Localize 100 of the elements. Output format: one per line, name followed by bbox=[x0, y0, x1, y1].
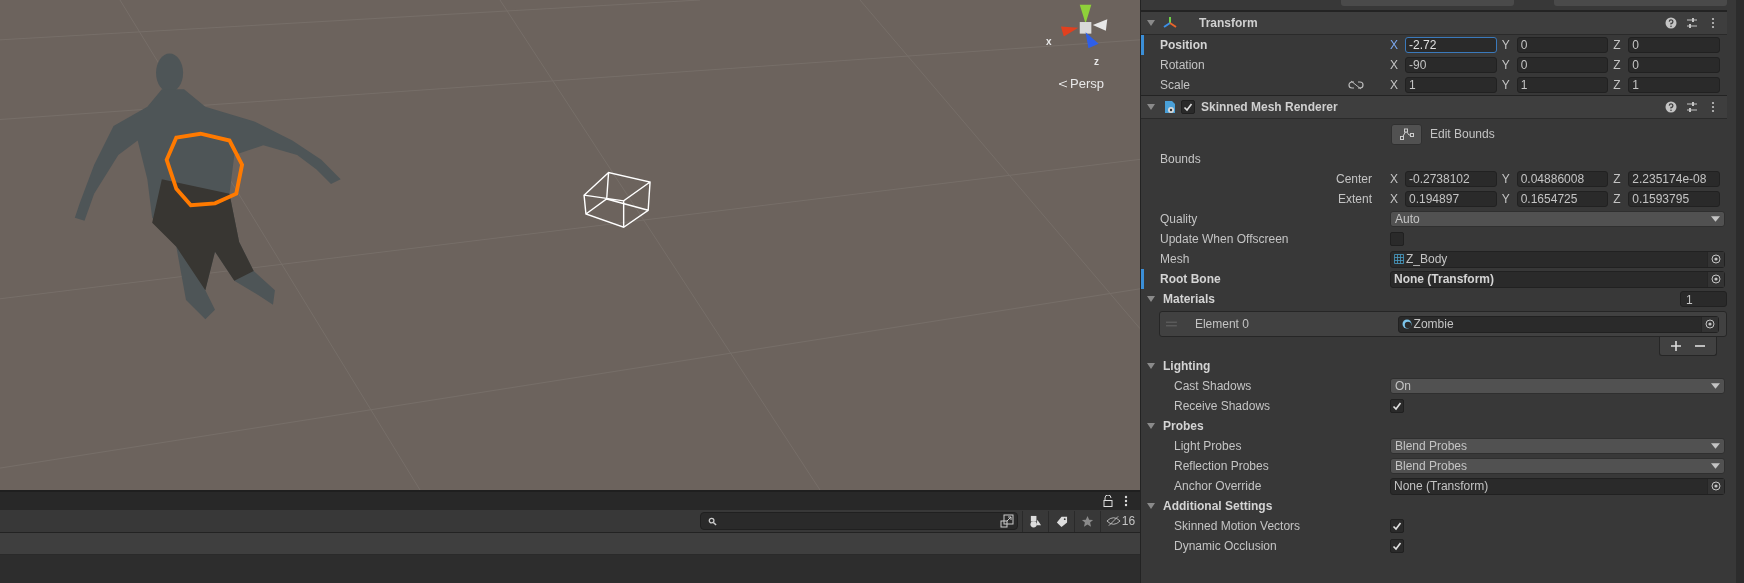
axis-label: Z bbox=[1613, 78, 1622, 92]
property-label: Mesh bbox=[1160, 252, 1191, 266]
property-label: Dynamic Occlusion bbox=[1173, 539, 1278, 553]
dropdown-arrow-icon bbox=[1711, 463, 1720, 469]
axis-label: Z bbox=[1613, 38, 1622, 52]
property-label: Cast Shadows bbox=[1173, 379, 1253, 393]
axis-label: Y bbox=[1501, 78, 1511, 92]
property-label: Position bbox=[1160, 38, 1209, 52]
checkbox[interactable] bbox=[1390, 399, 1404, 413]
axis-label: Y bbox=[1501, 192, 1511, 206]
section-title[interactable]: Probes bbox=[1163, 419, 1204, 433]
number-field[interactable]: 0 bbox=[1628, 57, 1720, 73]
count-field[interactable]: 1 bbox=[1680, 291, 1727, 307]
chevron-left-icon bbox=[1058, 78, 1068, 89]
checkbox[interactable] bbox=[1390, 539, 1404, 553]
search-field[interactable] bbox=[700, 512, 1018, 530]
bounds-handles-icon bbox=[1399, 128, 1414, 140]
property-label: Extent bbox=[1336, 192, 1373, 206]
property-label: Reflection Probes bbox=[1173, 459, 1270, 473]
object-field[interactable]: None (Transform) bbox=[1390, 477, 1725, 495]
settings-sliders-icon[interactable] bbox=[1686, 17, 1698, 29]
property-label: Scale bbox=[1160, 78, 1192, 92]
section-label: Bounds bbox=[1160, 152, 1202, 166]
dropdown[interactable]: On bbox=[1390, 378, 1725, 394]
number-field[interactable]: 0 bbox=[1628, 37, 1720, 53]
number-field[interactable]: 0.1593795 bbox=[1628, 191, 1720, 207]
number-field[interactable]: 0.1654725 bbox=[1516, 191, 1609, 207]
property-label: Center bbox=[1334, 172, 1373, 186]
property-label: Anchor Override bbox=[1173, 479, 1263, 493]
transform-axes-icon bbox=[1163, 16, 1177, 30]
number-field[interactable]: -2.72 bbox=[1405, 37, 1497, 53]
property-label: Update When Offscreen bbox=[1160, 232, 1290, 246]
property-label: Receive Shadows bbox=[1173, 399, 1272, 413]
object-picker-icon[interactable] bbox=[1701, 316, 1718, 332]
dropdown[interactable]: Auto bbox=[1390, 211, 1725, 227]
checkbox[interactable] bbox=[1390, 519, 1404, 533]
axis-label: X bbox=[1390, 78, 1399, 92]
foldout-arrow-icon[interactable] bbox=[1146, 294, 1156, 304]
section-title[interactable]: Materials bbox=[1163, 292, 1216, 306]
number-field[interactable]: 0 bbox=[1516, 37, 1609, 53]
axis-label: X bbox=[1390, 192, 1399, 206]
object-picker-icon[interactable] bbox=[1707, 271, 1724, 287]
foldout-arrow-icon[interactable] bbox=[1146, 361, 1156, 371]
number-field[interactable]: 1 bbox=[1516, 77, 1609, 93]
mesh-renderer-icon bbox=[1163, 100, 1177, 114]
number-field[interactable]: 1 bbox=[1628, 77, 1720, 93]
component-title: Transform bbox=[1199, 16, 1258, 30]
number-field[interactable]: 1 bbox=[1405, 77, 1497, 93]
axis-label: Z bbox=[1613, 58, 1622, 72]
axis-label: X bbox=[1390, 58, 1399, 72]
settings-sliders-icon[interactable] bbox=[1686, 101, 1698, 113]
axis-label: Y bbox=[1501, 172, 1511, 186]
dropdown-arrow-icon bbox=[1711, 443, 1720, 449]
axis-label: X bbox=[1390, 38, 1399, 52]
section-title[interactable]: Lighting bbox=[1163, 359, 1211, 373]
scene-view[interactable]: x z Persp bbox=[0, 0, 1140, 492]
object-picker-icon[interactable] bbox=[1707, 478, 1724, 494]
foldout-arrow-icon[interactable] bbox=[1146, 421, 1156, 431]
object-picker-icon[interactable] bbox=[1707, 251, 1724, 267]
grid-icon bbox=[1394, 254, 1404, 264]
dropdown[interactable]: Blend Probes bbox=[1390, 438, 1725, 454]
number-field[interactable]: 0.04886008 bbox=[1516, 171, 1609, 187]
edit-bounds-button[interactable] bbox=[1391, 123, 1422, 145]
drag-handle-icon[interactable] bbox=[1166, 321, 1177, 327]
axis-label: X bbox=[1390, 172, 1399, 186]
checkbox[interactable] bbox=[1390, 232, 1404, 246]
element-label: Element 0 bbox=[1194, 317, 1250, 331]
unlinked-chain-icon[interactable] bbox=[1348, 80, 1364, 90]
projection-toggle[interactable]: Persp bbox=[1058, 76, 1104, 91]
sphere-icon bbox=[1401, 319, 1412, 329]
section-title[interactable]: Additional Settings bbox=[1163, 499, 1273, 513]
help-icon[interactable] bbox=[1665, 17, 1677, 29]
property-label: Skinned Motion Vectors bbox=[1173, 519, 1302, 533]
enabled-checkbox[interactable] bbox=[1181, 100, 1195, 114]
axis-label: z bbox=[1094, 56, 1099, 67]
dropdown-arrow-icon bbox=[1711, 216, 1720, 222]
foldout-arrow-icon[interactable] bbox=[1146, 102, 1156, 112]
object-field[interactable]: Zombie bbox=[1397, 315, 1719, 333]
number-field[interactable]: -90 bbox=[1405, 57, 1497, 73]
foldout-arrow-icon[interactable] bbox=[1146, 501, 1156, 511]
property-label: Rotation bbox=[1160, 58, 1206, 72]
number-field[interactable]: 0.194897 bbox=[1405, 191, 1497, 207]
foldout-arrow-icon[interactable] bbox=[1146, 18, 1156, 28]
number-field[interactable]: 2.235174e-08 bbox=[1628, 171, 1720, 187]
axis-label: Z bbox=[1613, 192, 1622, 206]
property-label: Light Probes bbox=[1173, 439, 1243, 453]
number-field[interactable]: -0.2738102 bbox=[1405, 171, 1497, 187]
lock-icon[interactable] bbox=[1102, 495, 1114, 507]
expand-icon[interactable] bbox=[1000, 514, 1014, 528]
axis-label: Z bbox=[1613, 172, 1622, 186]
add-icon[interactable] bbox=[1671, 341, 1681, 351]
dropdown-arrow-icon bbox=[1711, 383, 1720, 389]
number-field[interactable]: 0 bbox=[1516, 57, 1609, 73]
dropdown[interactable]: Blend Probes bbox=[1390, 458, 1725, 474]
eye-slash-icon bbox=[1105, 515, 1121, 527]
search-icon bbox=[708, 516, 717, 526]
object-field[interactable]: Z_Body bbox=[1390, 250, 1725, 268]
property-label: Root Bone bbox=[1160, 272, 1222, 286]
object-field[interactable]: None (Transform) bbox=[1390, 270, 1725, 288]
help-icon[interactable] bbox=[1665, 101, 1677, 113]
